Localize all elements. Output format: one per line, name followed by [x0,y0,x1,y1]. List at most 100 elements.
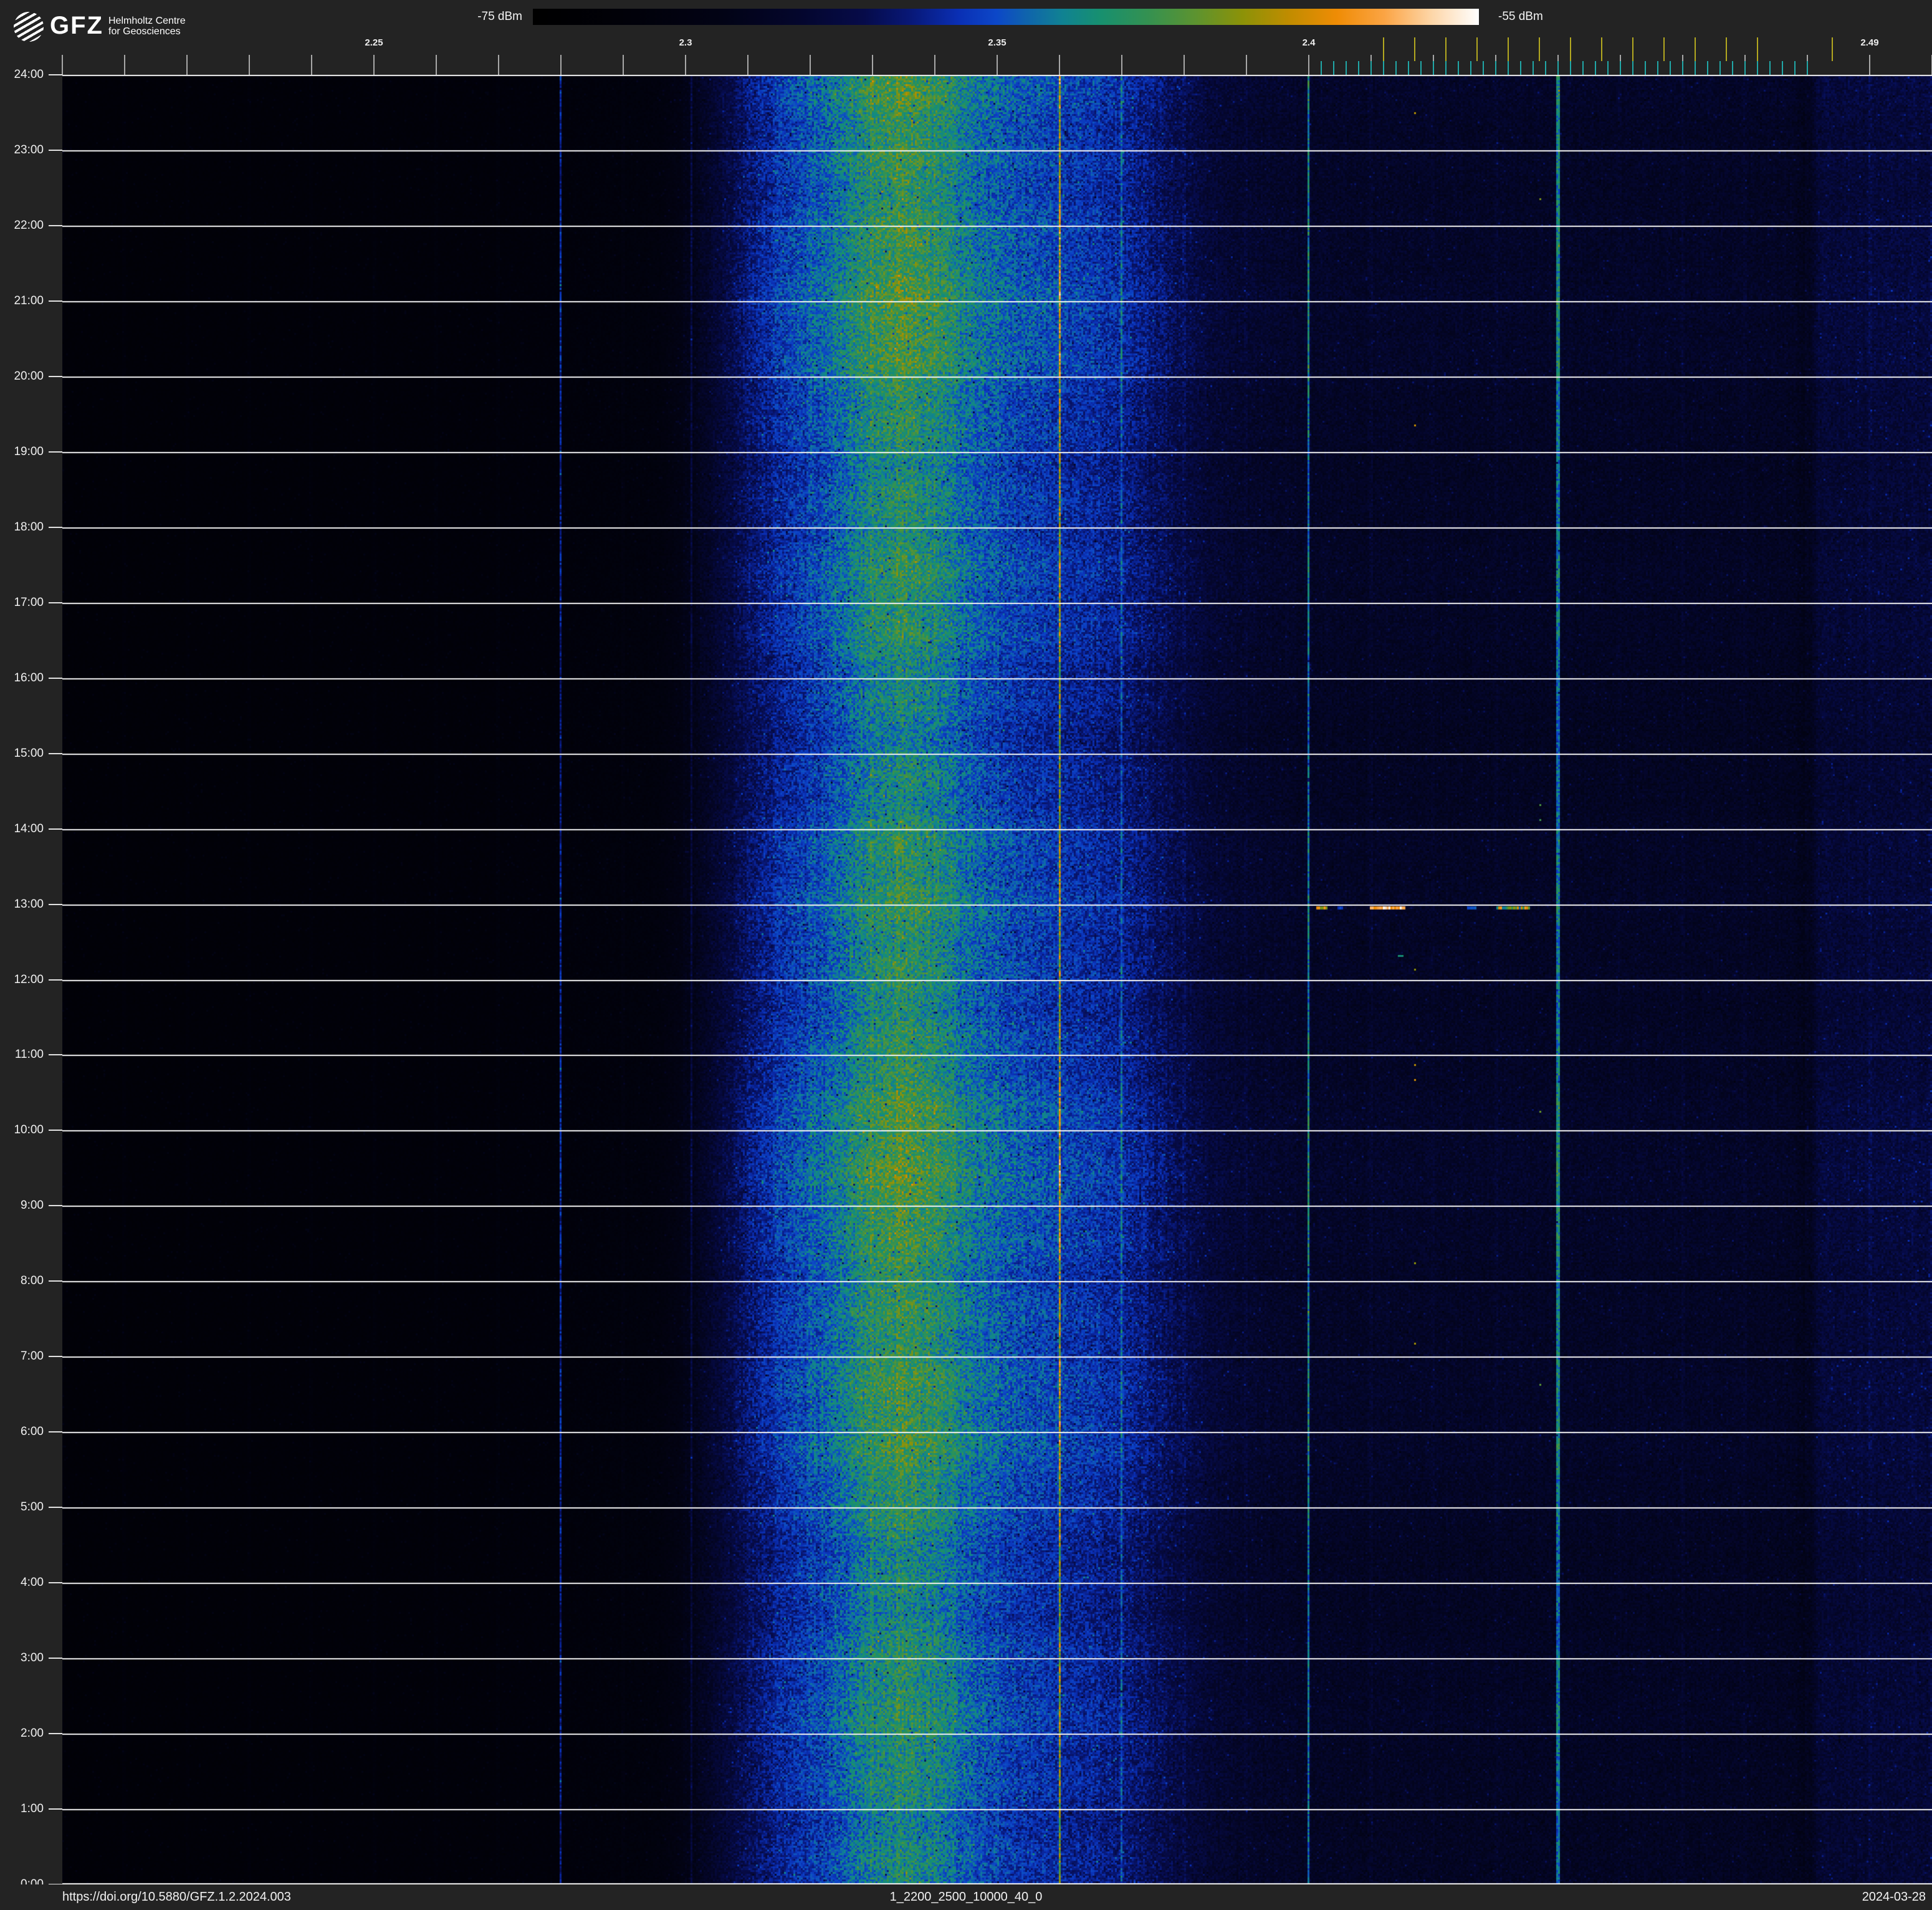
freq-tick [1869,55,1870,75]
wifi-channel-tick [1414,37,1415,61]
freq-label: 2.35 [988,37,1007,48]
hour-tick [49,1808,62,1810]
hour-tick [49,451,62,453]
header: GFZ Helmholtz Centre for Geosciences -75… [0,0,1932,75]
wifi-channel-tick [1445,37,1447,61]
ble-channel-tick [1321,61,1322,75]
wifi-channel-tick [1508,37,1509,61]
wifi-channel-tick [1757,37,1758,61]
hour-tick [49,602,62,603]
dataset-name: 1_2200_2500_10000_40_0 [889,1890,1043,1904]
ble-channel-tick [1520,61,1521,75]
ble-channel-tick [1557,61,1559,75]
hour-label: 5:00 [21,1500,44,1514]
doi-text: https://doi.org/10.5880/GFZ.1.2.2024.003 [62,1890,291,1904]
hour-label: 10:00 [14,1123,44,1137]
ble-channel-tick [1408,61,1409,75]
freq-tick [747,55,748,75]
ble-channel-tick [1657,61,1658,75]
hour-tick [49,752,62,754]
hour-tick [49,74,62,75]
ble-channel-tick [1508,61,1509,75]
ble-channel-tick [1383,61,1384,75]
freq-tick [1308,55,1309,75]
freq-tick [685,55,686,75]
wifi-channel-tick [1476,37,1478,61]
hour-tick [49,979,62,981]
ble-channel-tick [1483,61,1484,75]
ble-channel-tick [1533,61,1534,75]
hour-label: 11:00 [14,1048,44,1062]
ble-channel-tick [1570,61,1571,75]
ble-channel-tick [1769,61,1771,75]
hour-tick [49,1054,62,1056]
freq-tick [311,55,312,75]
ble-channel-tick [1582,61,1584,75]
freq-tick [1184,55,1185,75]
hour-label: 6:00 [21,1425,44,1439]
hour-label: 14:00 [14,822,44,835]
freq-tick [623,55,624,75]
wifi-channel-tick [1570,37,1571,61]
hour-tick [49,828,62,830]
ble-channel-tick [1620,61,1621,75]
wifi-channel-tick [1601,37,1602,61]
hour-tick [49,1130,62,1131]
ble-channel-tick [1682,61,1683,75]
hour-tick [49,1507,62,1509]
spectrogram-canvas [62,75,1932,1884]
hour-label: 15:00 [14,746,44,760]
ble-channel-tick [1757,61,1758,75]
hour-tick [49,1431,62,1433]
hour-label: 1:00 [21,1802,44,1816]
freq-tick [1246,55,1247,75]
hour-tick [49,1356,62,1358]
hour-tick [49,526,62,528]
date-label: 2024-03-28 [1862,1890,1926,1904]
wifi-channel-tick [1832,37,1833,61]
freq-tick [872,55,873,75]
ble-channel-tick [1358,61,1359,75]
ble-channel-tick [1782,61,1783,75]
hour-label: 22:00 [14,218,44,232]
ble-channel-tick [1370,61,1372,75]
ble-channel-tick [1794,61,1796,75]
ble-channel-tick [1607,61,1609,75]
ble-channel-tick [1645,61,1646,75]
freq-tick [997,55,998,75]
freq-tick [934,55,935,75]
freq-tick [124,55,125,75]
hour-tick [49,677,62,679]
freq-label: 2.3 [679,37,692,48]
ble-channel-tick [1807,61,1808,75]
hour-tick [49,1280,62,1282]
freq-tick [1059,55,1060,75]
hour-label: 8:00 [21,1274,44,1288]
ble-channel-tick [1545,61,1546,75]
ble-channel-tick [1433,61,1434,75]
ble-channel-tick [1632,61,1633,75]
ble-channel-tick [1744,61,1746,75]
freq-tick [436,55,437,75]
wifi-channel-tick [1632,37,1633,61]
ble-channel-tick [1333,61,1334,75]
hour-label: 21:00 [14,294,44,307]
ble-channel-tick [1445,61,1447,75]
hour-label: 17:00 [14,595,44,609]
hour-tick [49,1658,62,1659]
hour-label: 13:00 [14,897,44,911]
freq-tick [498,55,499,75]
ble-channel-tick [1732,61,1733,75]
time-axis: 24:00 23:00 22:00 21:00 20:00 19:00 18:00 17:00… [0,0,62,1910]
hour-label: 3:00 [21,1651,44,1665]
footer: https://doi.org/10.5880/GFZ.1.2.2024.003… [0,1884,1932,1910]
freq-tick [810,55,811,75]
ble-channel-tick [1458,61,1459,75]
hour-tick [49,1733,62,1735]
freq-tick [560,55,562,75]
hour-label: 4:00 [21,1576,44,1590]
ble-channel-tick [1495,61,1496,75]
hour-tick [49,375,62,377]
wifi-channel-tick [1726,37,1727,61]
ble-channel-tick [1346,61,1347,75]
